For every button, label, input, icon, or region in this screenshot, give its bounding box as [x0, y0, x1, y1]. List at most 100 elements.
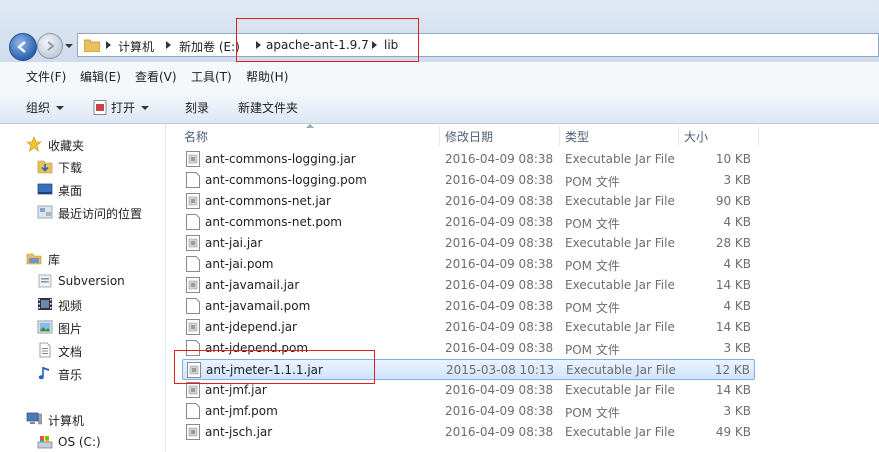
file-type: Executable Jar File [565, 278, 675, 292]
blank-file-icon [186, 256, 200, 272]
file-size: 10 KB [715, 152, 751, 166]
menu-edit[interactable]: 编辑(E) [80, 68, 121, 85]
nav-recent-label: 最近访问的位置 [58, 207, 143, 221]
file-row[interactable]: ant-commons-logging.pom 2016-04-09 08:38 P… [182, 170, 755, 191]
nav-downloads[interactable]: 下载 [0, 156, 165, 176]
nav-os-drive[interactable]: OS (C:) [0, 432, 165, 452]
nav-subversion-label: Subversion [58, 274, 125, 288]
nav-documents-label: 文档 [58, 345, 83, 359]
music-icon [38, 367, 49, 380]
library-icon [26, 253, 42, 265]
open-button[interactable]: 打开 [93, 99, 150, 116]
file-size: 90 KB [715, 194, 751, 208]
nav-videos[interactable]: 视频 [0, 294, 165, 314]
column-divider[interactable] [678, 126, 679, 146]
file-row[interactable]: ant-commons-net.pom 2016-04-09 08:38 POM 文… [182, 212, 755, 233]
file-name: ant-jmf.jar [205, 383, 267, 397]
nav-music[interactable]: 音乐 [0, 363, 165, 383]
address-bar-region: 计算机 新加卷 (E:) apache-ant-1.9.7 lib [0, 0, 879, 62]
file-name: ant-commons-logging.jar [205, 152, 356, 166]
file-row[interactable]: ant-commons-logging.jar 2016-04-09 08:38 E… [182, 149, 755, 170]
file-row[interactable]: ant-javamail.pom 2016-04-09 08:38 POM 文件 4 … [182, 296, 755, 317]
file-type: POM 文件 [565, 217, 620, 231]
file-type: Executable Jar File [565, 425, 675, 439]
file-type: Executable Jar File [565, 236, 675, 250]
blank-file-icon [186, 403, 200, 419]
file-size: 4 KB [723, 299, 751, 313]
column-header-type[interactable]: 类型 [565, 128, 589, 145]
file-row[interactable]: ant-jai.pom 2016-04-09 08:38 POM 文件 4 KB [182, 254, 755, 275]
file-date: 2016-04-09 08:38 [445, 341, 554, 355]
file-name: ant-commons-net.pom [205, 215, 342, 229]
file-date: 2016-04-09 08:38 [445, 257, 554, 271]
breadcrumb-computer[interactable]: 计算机 [118, 38, 154, 55]
file-row[interactable]: ant-jmf.pom 2016-04-09 08:38 POM 文件 3 KB [182, 401, 755, 422]
breadcrumb-separator[interactable] [106, 41, 111, 49]
nav-favorites[interactable]: 收藏夹 [0, 134, 165, 154]
file-name: ant-jai.jar [205, 236, 263, 250]
nav-desktop[interactable]: 桌面 [0, 179, 165, 199]
column-divider[interactable] [559, 126, 560, 146]
column-divider[interactable] [758, 126, 759, 146]
file-row[interactable]: ant-jdepend.jar 2016-04-09 08:38 Executabl… [182, 317, 755, 338]
folder-icon [84, 39, 100, 52]
file-row[interactable]: ant-javamail.jar 2016-04-09 08:38 Executab… [182, 275, 755, 296]
nav-computer[interactable]: 计算机 [0, 409, 165, 429]
breadcrumb-volume-e[interactable]: 新加卷 (E:) [179, 38, 240, 55]
address-box[interactable]: 计算机 新加卷 (E:) apache-ant-1.9.7 lib [77, 33, 879, 57]
file-type: POM 文件 [565, 259, 620, 273]
file-type: Executable Jar File [565, 194, 675, 208]
column-divider[interactable] [439, 126, 440, 146]
menu-tools[interactable]: 工具(T) [191, 68, 232, 85]
jar-file-icon [93, 100, 107, 115]
column-header-name[interactable]: 名称 [184, 128, 208, 145]
file-row[interactable]: ant-commons-net.jar 2016-04-09 08:38 Execu… [182, 191, 755, 212]
video-icon [38, 298, 52, 310]
file-date: 2016-04-09 08:38 [445, 320, 554, 334]
file-row[interactable]: ant-jai.jar 2016-04-09 08:38 Executable Ja… [182, 233, 755, 254]
column-header-date[interactable]: 修改日期 [445, 128, 493, 145]
jar-file-icon [186, 277, 200, 293]
file-date: 2016-04-09 08:38 [445, 404, 554, 418]
nav-music-label: 音乐 [58, 368, 83, 382]
forward-button[interactable] [37, 33, 63, 59]
command-toolbar: 组织 打开 刻录 新建文件夹 [0, 90, 879, 124]
burn-button[interactable]: 刻录 [185, 99, 209, 116]
nav-subversion[interactable]: Subversion [0, 271, 165, 291]
file-size: 14 KB [715, 383, 751, 397]
file-date: 2016-04-09 08:38 [445, 236, 554, 250]
file-size: 12 KB [714, 363, 750, 377]
file-type: POM 文件 [565, 175, 620, 189]
jar-file-icon [186, 151, 200, 167]
column-header-size[interactable]: 大小 [684, 128, 708, 145]
file-size: 28 KB [715, 236, 751, 250]
file-size: 3 KB [723, 173, 751, 187]
blank-file-icon [186, 298, 200, 314]
back-button[interactable] [9, 33, 37, 61]
new-folder-button[interactable]: 新建文件夹 [238, 99, 298, 116]
nav-pictures[interactable]: 图片 [0, 317, 165, 337]
file-name: ant-jmf.pom [205, 404, 278, 418]
recent-pages-dropdown-icon[interactable] [64, 41, 74, 51]
menu-file[interactable]: 文件(F) [26, 68, 66, 85]
file-size: 4 KB [723, 215, 751, 229]
nav-recent-places[interactable]: 最近访问的位置 [0, 202, 165, 222]
file-size: 14 KB [715, 320, 751, 334]
file-date: 2016-04-09 08:38 [445, 278, 554, 292]
arrow-right-icon [47, 41, 55, 51]
chevron-down-icon [56, 106, 65, 110]
file-date: 2016-04-09 08:38 [445, 425, 554, 439]
organize-button[interactable]: 组织 [26, 99, 65, 116]
computer-icon [26, 412, 42, 425]
jar-file-icon [186, 319, 200, 335]
organize-label: 组织 [26, 101, 51, 115]
breadcrumb-separator[interactable] [166, 41, 171, 49]
nav-libraries[interactable]: 库 [0, 248, 165, 268]
highlight-box-jmeter-jar [174, 350, 375, 384]
nav-documents[interactable]: 文档 [0, 340, 165, 360]
jar-file-icon [186, 382, 200, 398]
file-row[interactable]: ant-jsch.jar 2016-04-09 08:38 Executable J… [182, 422, 755, 443]
file-type: POM 文件 [565, 301, 620, 315]
menu-view[interactable]: 查看(V) [135, 68, 177, 85]
menu-help[interactable]: 帮助(H) [246, 68, 288, 85]
